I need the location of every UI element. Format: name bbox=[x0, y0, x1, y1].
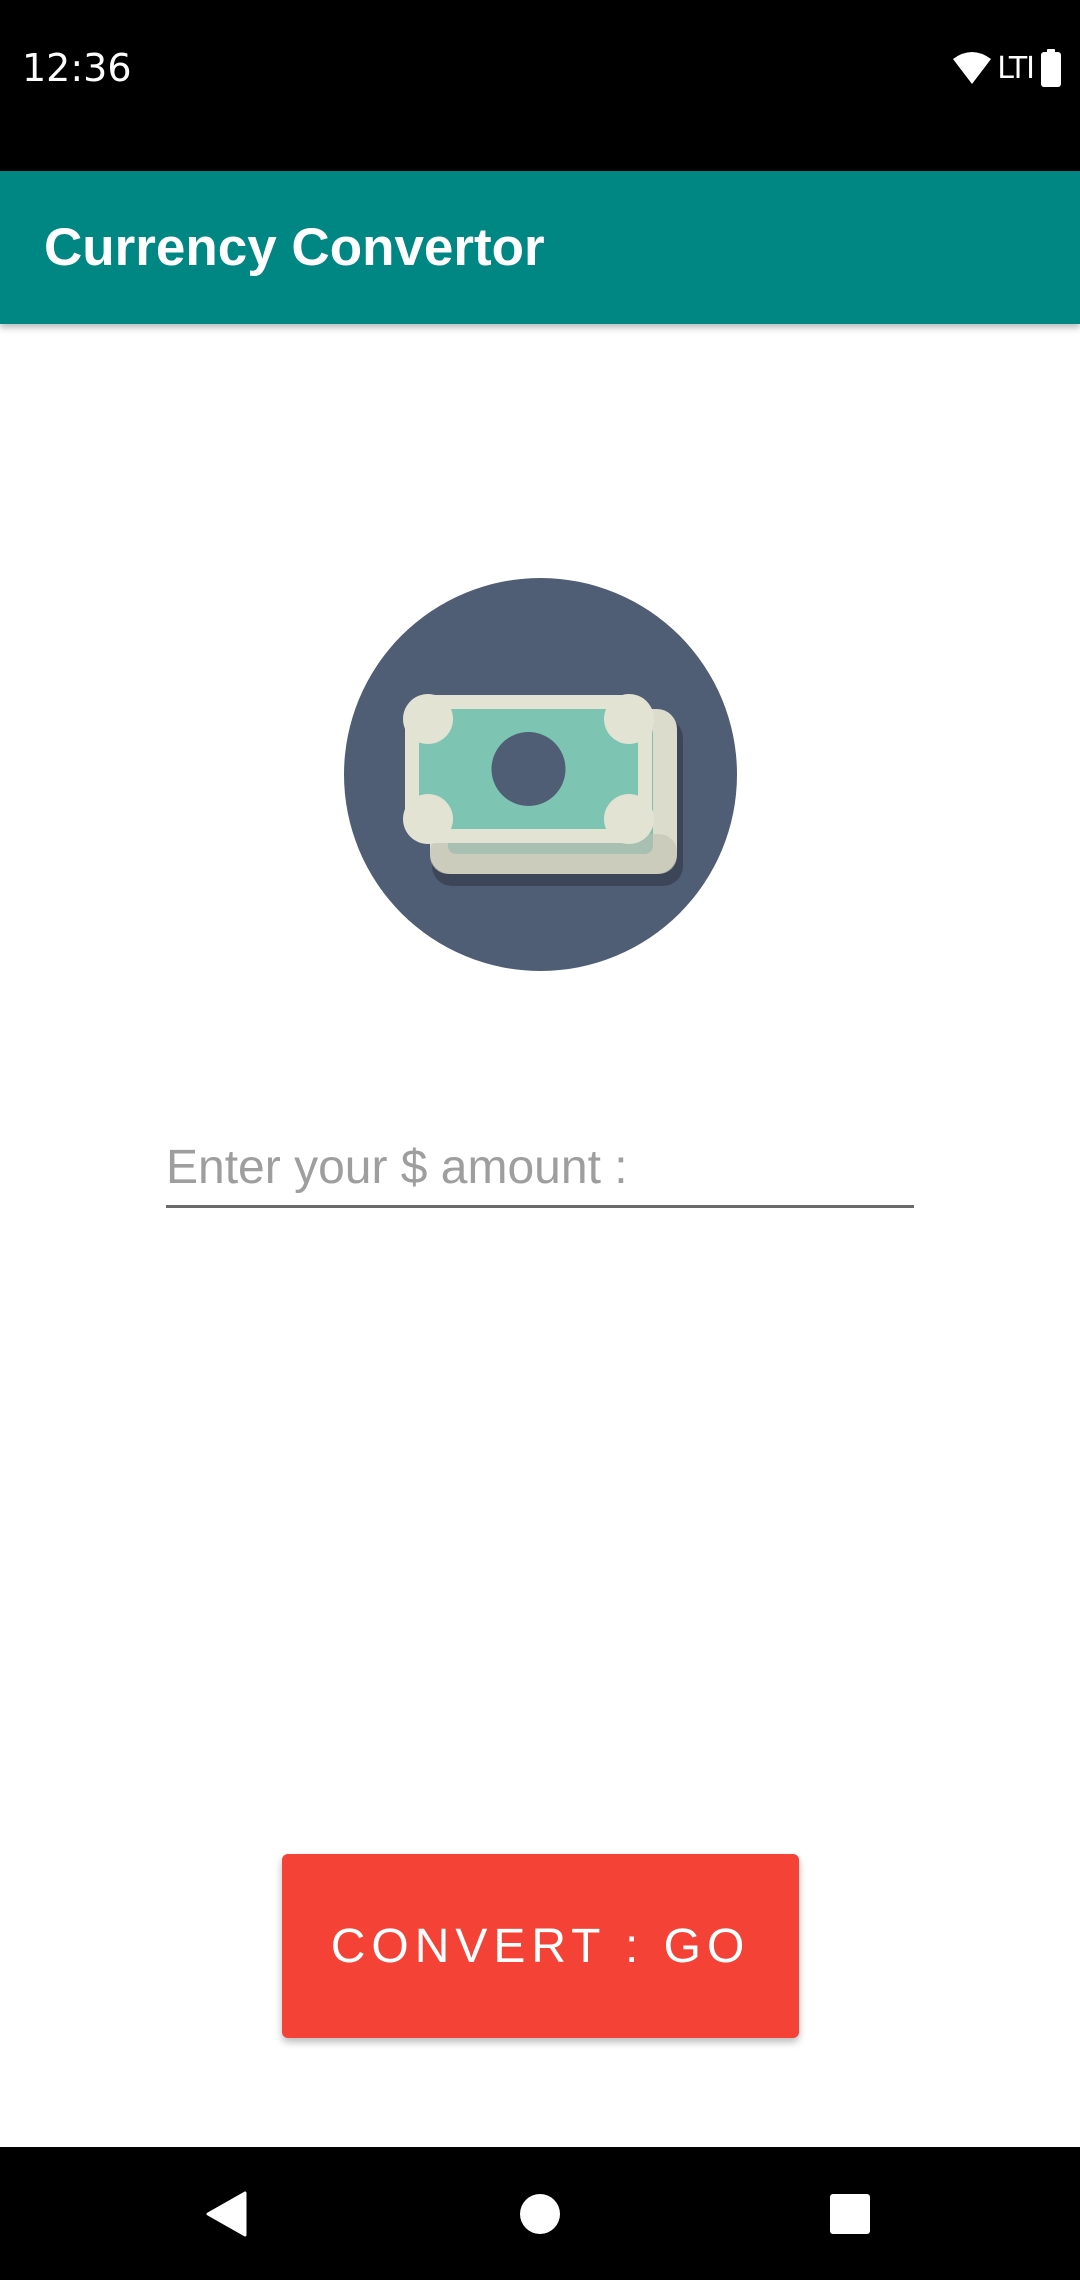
status-bar: 12:36 LTI bbox=[0, 0, 1080, 171]
status-time: 12:36 bbox=[22, 46, 132, 90]
wifi-icon bbox=[953, 52, 992, 84]
home-icon bbox=[520, 2193, 560, 2234]
money-bills-icon bbox=[344, 578, 737, 971]
screen: 12:36 LTI Currency Convertor Enter your … bbox=[0, 0, 1080, 2280]
recents-icon bbox=[830, 2193, 870, 2234]
nav-home-button[interactable] bbox=[460, 2147, 620, 2280]
nav-recents-button[interactable] bbox=[770, 2147, 930, 2280]
network-type: LTI bbox=[997, 50, 1035, 86]
app-bar: Currency Convertor bbox=[0, 171, 1080, 324]
convert-button[interactable]: CONVERT : GO bbox=[282, 1854, 799, 2038]
navigation-bar bbox=[0, 2147, 1080, 2280]
nav-back-button[interactable] bbox=[146, 2147, 306, 2280]
status-icons: LTI bbox=[953, 46, 1062, 90]
amount-input[interactable] bbox=[166, 1130, 914, 1208]
back-icon bbox=[206, 2191, 247, 2236]
app-title: Currency Convertor bbox=[44, 218, 545, 277]
battery-icon bbox=[1041, 49, 1061, 87]
